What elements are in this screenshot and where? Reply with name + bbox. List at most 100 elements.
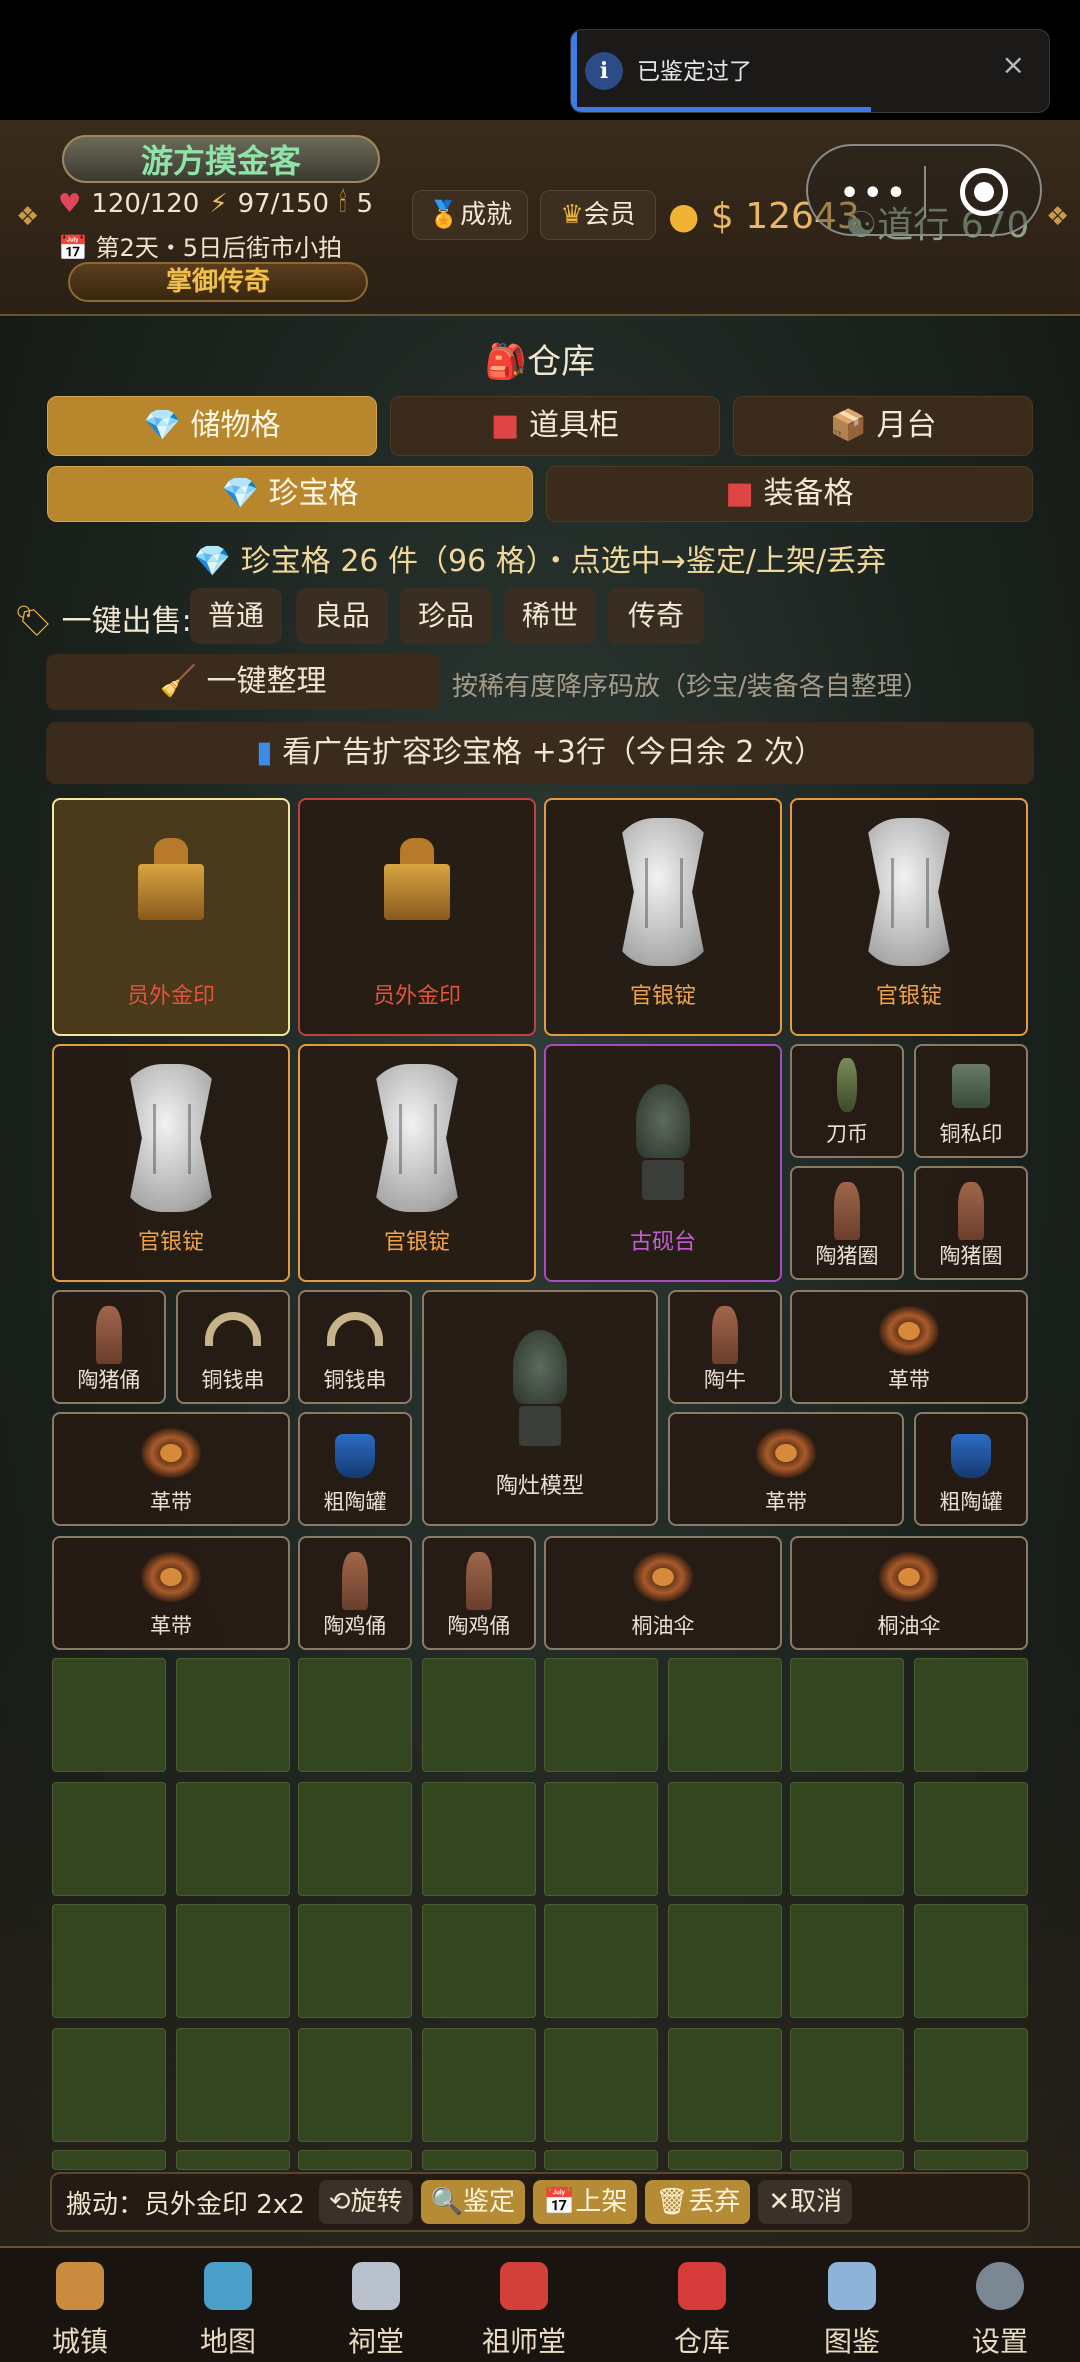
sell-precious-button[interactable]: 稀世: [504, 588, 596, 644]
empty-slot[interactable]: [668, 2028, 782, 2142]
sell-fine-button[interactable]: 良品: [296, 588, 388, 644]
item-cell[interactable]: 陶猪俑: [52, 1290, 166, 1404]
close-icon[interactable]: ×: [1002, 48, 1025, 81]
nav-master-hall[interactable]: 祖师堂: [464, 2248, 584, 2362]
item-cell[interactable]: 铜钱串: [176, 1290, 290, 1404]
tab-tool-cabinet[interactable]: ■ 道具柜: [390, 396, 720, 456]
item-cell[interactable]: 古砚台: [544, 1044, 782, 1282]
sell-legendary-button[interactable]: 传奇: [608, 588, 704, 644]
empty-slot[interactable]: [298, 2150, 412, 2170]
appraise-button[interactable]: 🔍鉴定: [420, 2180, 525, 2224]
item-cell[interactable]: 陶灶模型: [422, 1290, 658, 1526]
empty-slot[interactable]: [52, 1658, 166, 1772]
empty-slot[interactable]: [176, 1904, 290, 2018]
empty-slot[interactable]: [422, 1904, 536, 2018]
list-button[interactable]: 📅上架: [532, 2180, 638, 2224]
tab-storage[interactable]: 💎 储物格: [47, 396, 377, 456]
nav-map[interactable]: 地图: [168, 2248, 288, 2362]
item-cell[interactable]: 陶猪圈: [790, 1166, 904, 1280]
empty-slot[interactable]: [422, 1658, 536, 1772]
empty-slot[interactable]: [422, 1782, 536, 1896]
item-cell[interactable]: 官银锭: [790, 798, 1028, 1036]
empty-slot[interactable]: [298, 1904, 412, 2018]
rotate-button[interactable]: ⟲旋转: [318, 2180, 413, 2224]
watch-ad-button[interactable]: ▮ 看广告扩容珍宝格 +3行（今日余 2 次）: [46, 722, 1034, 784]
empty-slot[interactable]: [52, 1782, 166, 1896]
empty-slot[interactable]: [298, 2028, 412, 2142]
empty-slot[interactable]: [790, 1904, 904, 2018]
sell-rare-button[interactable]: 珍品: [400, 588, 492, 644]
empty-slot[interactable]: [544, 1904, 658, 2018]
empty-slot[interactable]: [544, 1658, 658, 1772]
title-badge[interactable]: 游方摸金客: [62, 135, 380, 183]
item-cell[interactable]: 陶牛: [668, 1290, 782, 1404]
item-cell[interactable]: 桐油伞: [790, 1536, 1028, 1650]
item-cell[interactable]: 刀币: [790, 1044, 904, 1158]
cancel-button[interactable]: ✕取消: [758, 2180, 853, 2224]
empty-slot[interactable]: [52, 2028, 166, 2142]
more-icon[interactable]: •••: [840, 176, 910, 211]
empty-slot[interactable]: [914, 2028, 1028, 2142]
empty-slot[interactable]: [914, 2150, 1028, 2170]
empty-slot[interactable]: [298, 1658, 412, 1772]
discard-button[interactable]: 🗑丢弃: [645, 2180, 751, 2224]
item-cell[interactable]: 陶鸡俑: [298, 1536, 412, 1650]
empty-slot[interactable]: [52, 1904, 166, 2018]
empty-slot[interactable]: [544, 2150, 658, 2170]
achievements-button[interactable]: 🏅成就: [412, 190, 528, 240]
item-cell[interactable]: 革带: [52, 1536, 290, 1650]
empty-slot[interactable]: [790, 2028, 904, 2142]
item-cell[interactable]: 陶鸡俑: [422, 1536, 536, 1650]
subtab-equipment[interactable]: ■ 装备格: [546, 466, 1033, 522]
item-cell[interactable]: 员外金印: [298, 798, 536, 1036]
item-cell[interactable]: 陶猪圈: [914, 1166, 1028, 1280]
membership-button[interactable]: ♛会员: [540, 190, 656, 240]
ornament-icon: ❖: [16, 202, 40, 232]
empty-slot[interactable]: [422, 2028, 536, 2142]
empty-slot[interactable]: [176, 2150, 290, 2170]
subtab-treasure[interactable]: 💎 珍宝格: [47, 466, 533, 522]
tab-platform[interactable]: 📦 月台: [733, 396, 1033, 456]
item-cell[interactable]: 铜私印: [914, 1044, 1028, 1158]
close-target-icon[interactable]: [960, 168, 1008, 216]
auto-sort-button[interactable]: 🧹 一键整理: [46, 654, 440, 710]
empty-slot[interactable]: [422, 2150, 536, 2170]
empty-slot[interactable]: [790, 1782, 904, 1896]
empty-slot[interactable]: [668, 1782, 782, 1896]
empty-slot[interactable]: [176, 1782, 290, 1896]
empty-slot[interactable]: [52, 2150, 166, 2170]
mini-program-capsule[interactable]: •••: [806, 144, 1042, 236]
empty-slot[interactable]: [176, 2028, 290, 2142]
sell-common-button[interactable]: 普通: [190, 588, 282, 644]
item-cell[interactable]: 粗陶罐: [298, 1412, 412, 1526]
empty-slot[interactable]: [544, 1782, 658, 1896]
energy-value: 97/150: [237, 188, 330, 219]
nav-codex[interactable]: 图鉴: [792, 2248, 912, 2362]
empty-slot[interactable]: [668, 1658, 782, 1772]
item-cell[interactable]: 粗陶罐: [914, 1412, 1028, 1526]
nav-shrine[interactable]: 祠堂: [316, 2248, 436, 2362]
empty-slot[interactable]: [914, 1782, 1028, 1896]
nav-warehouse[interactable]: 仓库: [642, 2248, 762, 2362]
item-cell[interactable]: 革带: [52, 1412, 290, 1526]
empty-slot[interactable]: [298, 1782, 412, 1896]
item-cell[interactable]: 官银锭: [298, 1044, 536, 1282]
empty-slot[interactable]: [790, 1658, 904, 1772]
empty-slot[interactable]: [914, 1904, 1028, 2018]
nav-town[interactable]: 城镇: [20, 2248, 140, 2362]
empty-slot[interactable]: [668, 2150, 782, 2170]
nav-settings[interactable]: 设置: [940, 2248, 1060, 2362]
item-cell[interactable]: 官银锭: [544, 798, 782, 1036]
item-cell[interactable]: 员外金印: [52, 798, 290, 1036]
empty-slot[interactable]: [790, 2150, 904, 2170]
item-cell[interactable]: 革带: [668, 1412, 904, 1526]
empty-slot[interactable]: [668, 1904, 782, 2018]
item-cell[interactable]: 桐油伞: [544, 1536, 782, 1650]
legend-badge[interactable]: 掌御传奇: [68, 262, 368, 302]
empty-slot[interactable]: [176, 1658, 290, 1772]
item-cell[interactable]: 铜钱串: [298, 1290, 412, 1404]
empty-slot[interactable]: [914, 1658, 1028, 1772]
item-cell[interactable]: 革带: [790, 1290, 1028, 1404]
empty-slot[interactable]: [544, 2028, 658, 2142]
item-cell[interactable]: 官银锭: [52, 1044, 290, 1282]
